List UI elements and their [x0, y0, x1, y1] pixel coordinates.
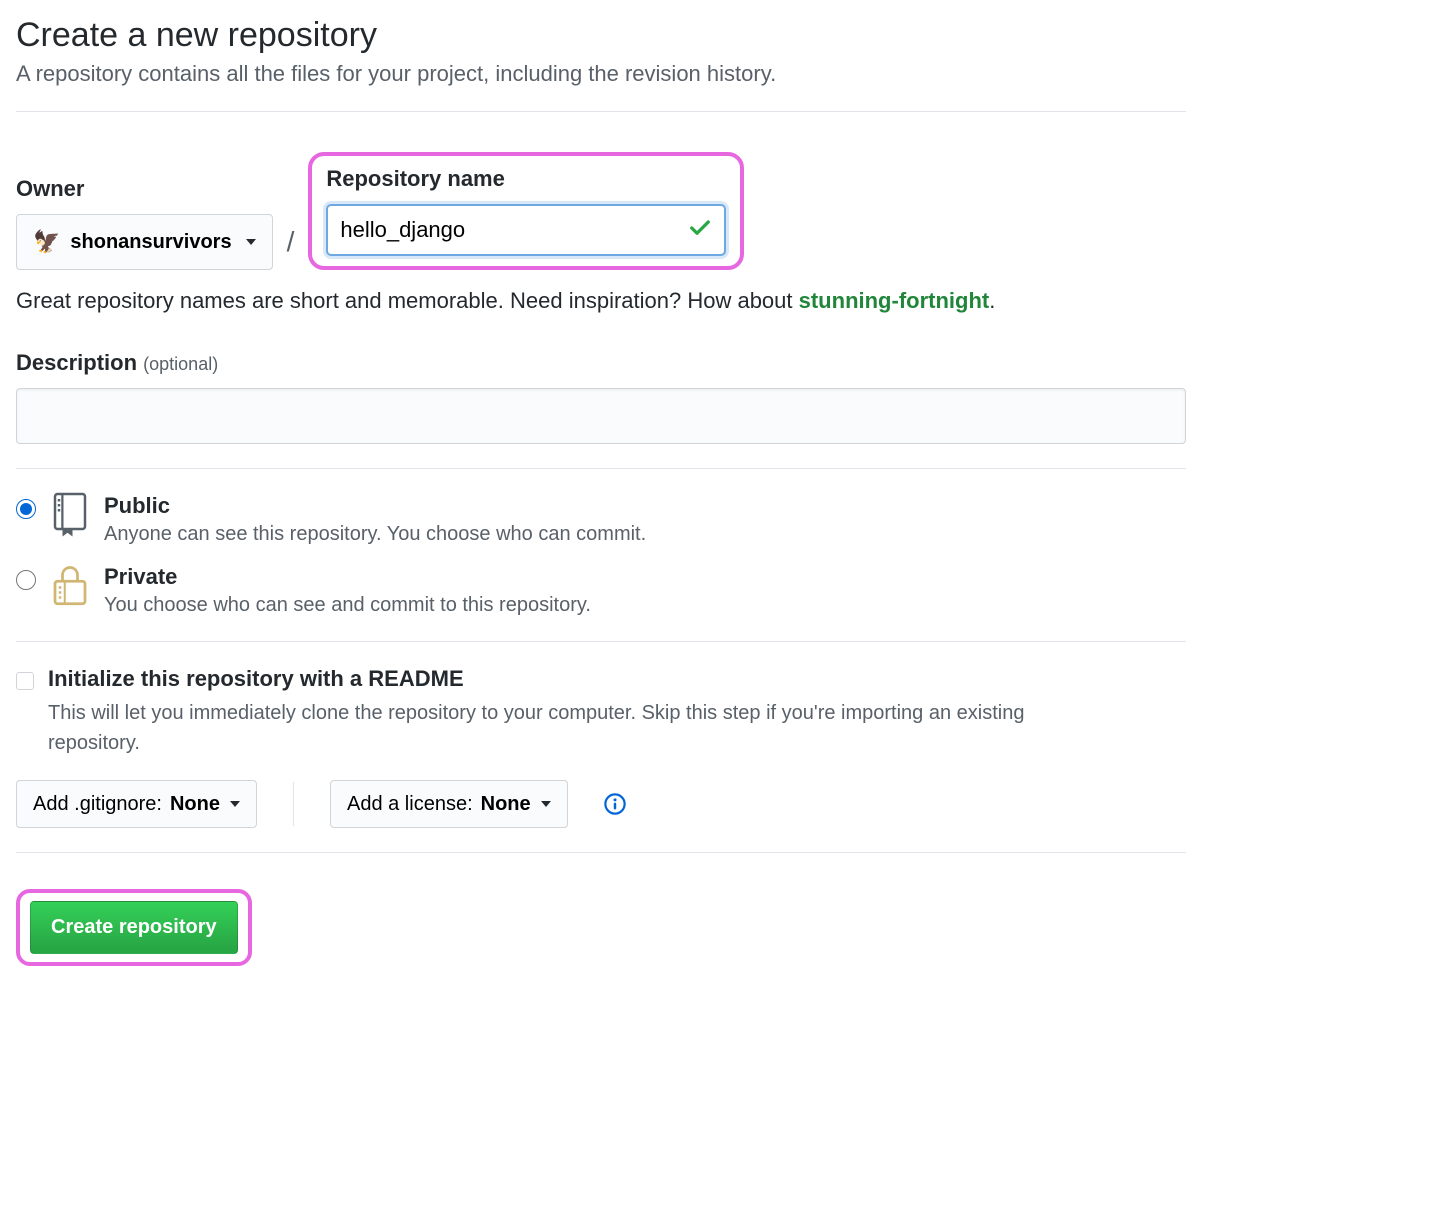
hint-suffix: . [989, 288, 995, 313]
description-label: Description (optional) [16, 350, 1186, 376]
description-input[interactable] [16, 388, 1186, 444]
gitignore-prefix: Add .gitignore: [33, 793, 162, 816]
repo-name-input[interactable] [330, 209, 688, 251]
license-value: None [481, 793, 531, 816]
readme-title: Initialize this repository with a README [48, 666, 1088, 692]
page-title: Create a new repository [16, 16, 1186, 55]
repo-name-label: Repository name [326, 166, 726, 192]
divider [16, 468, 1186, 469]
name-hint: Great repository names are short and mem… [16, 288, 1186, 314]
visibility-public-desc: Anyone can see this repository. You choo… [104, 523, 646, 546]
visibility-private-desc: You choose who can see and commit to thi… [104, 594, 591, 617]
hint-prefix: Great repository names are short and mem… [16, 288, 799, 313]
visibility-public-radio[interactable] [16, 499, 36, 519]
owner-username: shonansurvivors [70, 231, 231, 254]
repo-icon [50, 491, 90, 542]
optional-tag: (optional) [143, 354, 218, 374]
owner-avatar-icon: 🦅 [33, 229, 60, 255]
repo-name-highlight: Repository name [308, 152, 744, 270]
divider [16, 852, 1186, 853]
divider [16, 641, 1186, 642]
owner-select-button[interactable]: 🦅 shonansurvivors [16, 214, 273, 270]
visibility-private-radio[interactable] [16, 570, 36, 590]
visibility-public-title: Public [104, 493, 646, 519]
hint-suggestion[interactable]: stunning-fortnight [799, 288, 990, 313]
path-slash: / [285, 226, 297, 270]
gitignore-select-button[interactable]: Add .gitignore: None [16, 780, 257, 828]
divider [16, 111, 1186, 112]
page-subtitle: A repository contains all the files for … [16, 61, 1186, 87]
caret-down-icon [230, 801, 240, 807]
info-icon[interactable] [604, 793, 626, 815]
lock-icon [50, 562, 90, 613]
create-button-highlight: Create repository [16, 889, 252, 966]
license-prefix: Add a license: [347, 793, 473, 816]
check-icon [688, 216, 712, 245]
caret-down-icon [541, 801, 551, 807]
readme-desc: This will let you immediately clone the … [48, 698, 1088, 758]
create-repository-button[interactable]: Create repository [30, 901, 238, 954]
vertical-divider [293, 782, 294, 826]
license-select-button[interactable]: Add a license: None [330, 780, 568, 828]
visibility-private-title: Private [104, 564, 591, 590]
readme-checkbox[interactable] [16, 672, 34, 690]
owner-label: Owner [16, 176, 273, 202]
caret-down-icon [246, 239, 256, 245]
gitignore-value: None [170, 793, 220, 816]
